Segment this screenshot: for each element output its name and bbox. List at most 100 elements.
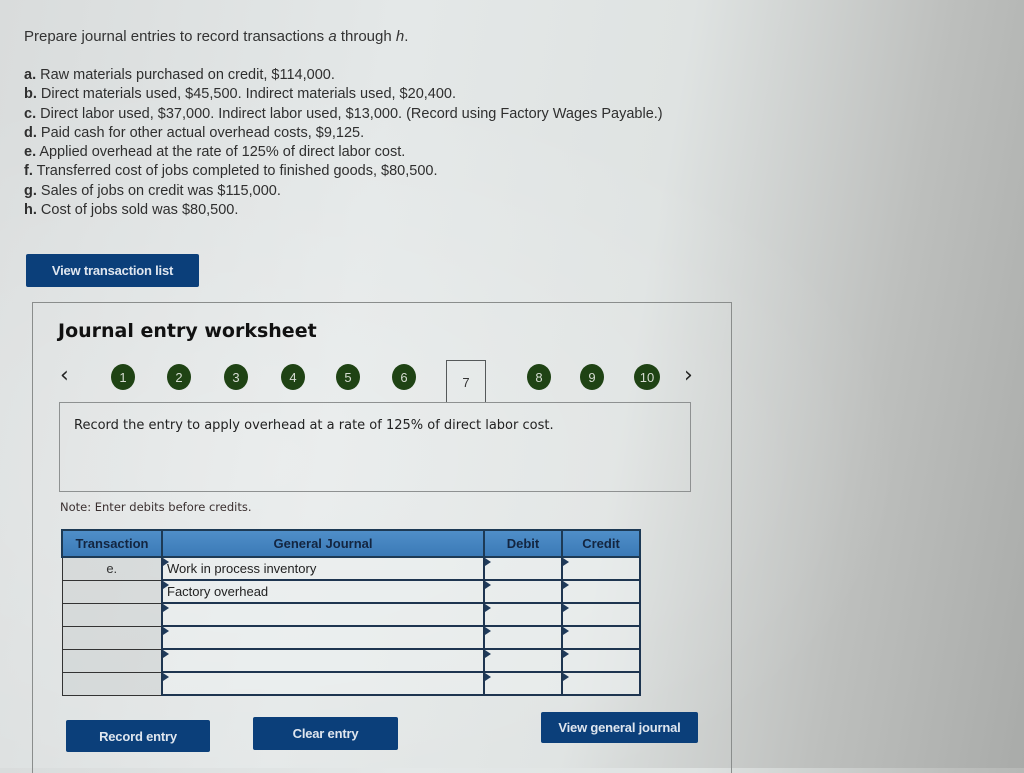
input-flag-icon <box>563 581 569 589</box>
input-flag-icon <box>485 581 491 589</box>
transaction-item: g. Sales of jobs on credit was $115,000. <box>24 182 663 201</box>
transaction-letter: a. <box>24 67 37 83</box>
account-select[interactable] <box>161 671 485 696</box>
transaction-text: Cost of jobs sold was $80,500. <box>36 202 239 219</box>
col-header-debit: Debit <box>483 529 563 558</box>
dropdown-flag-icon <box>163 558 169 566</box>
dropdown-flag-icon <box>163 604 169 612</box>
table-row <box>61 625 641 650</box>
debit-input[interactable] <box>483 579 563 604</box>
table-row <box>61 602 641 627</box>
credit-input[interactable] <box>561 648 641 673</box>
clear-entry-button[interactable]: Clear entry <box>253 717 398 750</box>
account-select[interactable]: Factory overhead <box>161 579 485 604</box>
step-2-button[interactable]: 2 <box>167 364 191 390</box>
input-flag-icon <box>485 558 491 566</box>
input-flag-icon <box>485 650 491 658</box>
step-7-tab-active[interactable]: 7 <box>446 360 486 403</box>
prompt-letter-h: h <box>395 28 405 45</box>
table-row: e. Work in process inventory <box>61 556 641 581</box>
table-row: Factory overhead <box>61 579 641 604</box>
prompt-letter-a: a <box>328 28 337 45</box>
col-header-general-journal: General Journal <box>161 529 485 558</box>
account-select[interactable] <box>161 602 485 627</box>
credit-input[interactable] <box>561 671 641 696</box>
transaction-cell <box>61 625 163 650</box>
debits-note: Note: Enter debits before credits. <box>60 500 252 514</box>
input-flag-icon <box>485 673 491 681</box>
transaction-text: Applied overhead at the rate of 125% of … <box>36 144 406 161</box>
chevron-right-icon[interactable]: › <box>684 363 693 388</box>
journal-header-row: Transaction General Journal Debit Credit <box>61 529 641 558</box>
view-general-journal-button[interactable]: View general journal <box>541 712 698 743</box>
transaction-letter: g. <box>24 182 37 199</box>
transaction-text: Transferred cost of jobs completed to fi… <box>32 163 438 180</box>
debit-input[interactable] <box>483 648 563 673</box>
transaction-item: a. Raw materials purchased on credit, $1… <box>24 66 663 85</box>
account-select[interactable]: Work in process inventory <box>161 556 485 581</box>
account-select[interactable] <box>161 648 485 673</box>
col-header-transaction: Transaction <box>61 529 163 558</box>
transaction-item: d. Paid cash for other actual overhead c… <box>24 124 663 143</box>
transaction-letter: b. <box>24 86 37 103</box>
transaction-item: h. Cost of jobs sold was $80,500. <box>24 201 663 220</box>
account-value: Factory overhead <box>167 584 269 599</box>
transaction-text: Paid cash for other actual overhead cost… <box>36 124 365 141</box>
prompt-text: Prepare journal entries to record transa… <box>24 28 329 45</box>
input-flag-icon <box>563 558 569 566</box>
transaction-letter: d. <box>24 124 37 141</box>
step-1-button[interactable]: 1 <box>111 364 135 390</box>
entry-prompt-box <box>59 402 691 492</box>
input-flag-icon <box>485 604 491 612</box>
transaction-item: f. Transferred cost of jobs completed to… <box>24 162 663 181</box>
transaction-list: a. Raw materials purchased on credit, $1… <box>24 66 663 220</box>
transaction-text: Direct materials used, $45,500. Indirect… <box>36 86 457 103</box>
record-entry-button[interactable]: Record entry <box>66 720 210 752</box>
table-row <box>61 648 641 673</box>
transaction-letter: h. <box>24 202 37 219</box>
debit-input[interactable] <box>483 671 563 696</box>
input-flag-icon <box>563 604 569 612</box>
credit-input[interactable] <box>561 556 641 581</box>
step-6-button[interactable]: 6 <box>392 364 416 390</box>
instructions-prompt: Prepare journal entries to record transa… <box>24 28 408 45</box>
input-flag-icon <box>563 627 569 635</box>
transaction-letter: f. <box>24 163 33 180</box>
transaction-item: e. Applied overhead at the rate of 125% … <box>24 143 663 162</box>
step-10-button[interactable]: 10 <box>634 364 660 390</box>
chevron-left-icon[interactable]: ‹ <box>60 363 69 388</box>
dropdown-flag-icon <box>163 673 169 681</box>
input-flag-icon <box>563 673 569 681</box>
account-select[interactable] <box>161 625 485 650</box>
prompt-period: . <box>404 28 409 45</box>
transaction-item: b. Direct materials used, $45,500. Indir… <box>24 85 663 104</box>
input-flag-icon <box>485 627 491 635</box>
step-3-button[interactable]: 3 <box>224 364 248 390</box>
transaction-text: Raw materials purchased on credit, $114,… <box>36 67 335 83</box>
debit-input[interactable] <box>483 625 563 650</box>
step-5-button[interactable]: 5 <box>336 364 360 390</box>
transaction-item: c. Direct labor used, $37,000. Indirect … <box>24 105 663 124</box>
credit-input[interactable] <box>561 625 641 650</box>
col-header-credit: Credit <box>561 529 641 558</box>
debit-input[interactable] <box>483 556 563 581</box>
debit-input[interactable] <box>483 602 563 627</box>
dropdown-flag-icon <box>163 627 169 635</box>
prompt-text-mid: through <box>336 28 396 45</box>
transaction-letter: e. <box>24 144 37 161</box>
dropdown-flag-icon <box>163 650 169 658</box>
account-value: Work in process inventory <box>167 561 317 576</box>
transaction-cell <box>61 602 163 627</box>
transaction-cell <box>61 671 163 696</box>
worksheet-title: Journal entry worksheet <box>58 320 317 342</box>
entry-prompt-text: Record the entry to apply overhead at a … <box>74 418 554 433</box>
step-4-button[interactable]: 4 <box>281 364 305 390</box>
journal-table: Transaction General Journal Debit Credit… <box>61 529 641 696</box>
transaction-cell <box>61 579 163 604</box>
credit-input[interactable] <box>561 579 641 604</box>
view-transaction-list-button[interactable]: View transaction list <box>26 254 199 287</box>
step-9-button[interactable]: 9 <box>580 364 604 390</box>
credit-input[interactable] <box>561 602 641 627</box>
step-8-button[interactable]: 8 <box>527 364 551 390</box>
transaction-text: Direct labor used, $37,000. Indirect lab… <box>36 105 663 122</box>
